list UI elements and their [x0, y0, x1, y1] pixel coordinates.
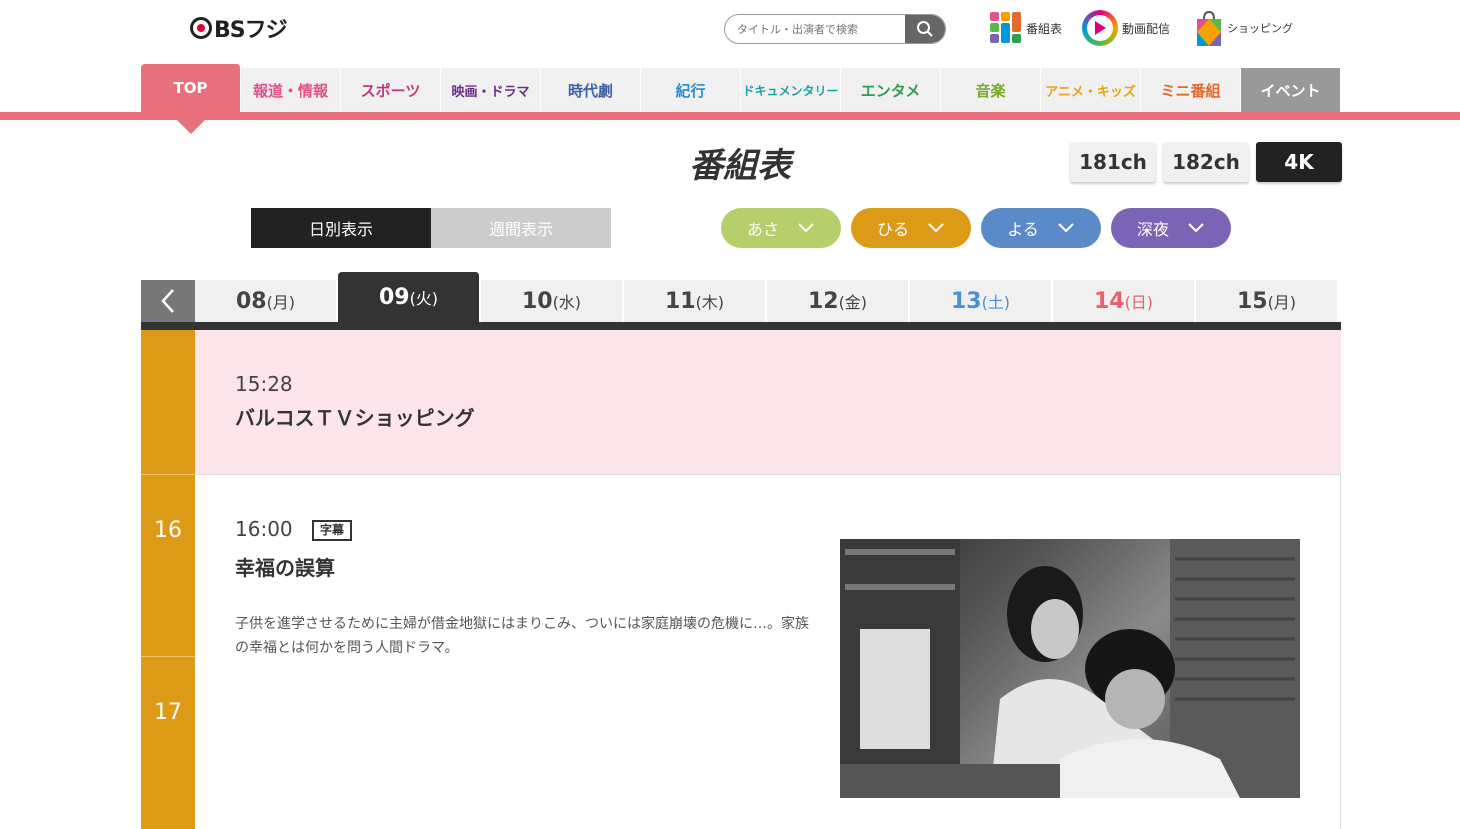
- date-tab[interactable]: 10 (水): [481, 280, 623, 322]
- date-tab[interactable]: 14 (日): [1053, 280, 1195, 322]
- chevron-down-icon: [928, 223, 944, 233]
- date-strip-bar: [141, 322, 1341, 330]
- time-filter-label: あさ: [746, 220, 779, 239]
- hour-label-16: 16: [154, 518, 182, 543]
- nav-tab-5[interactable]: 紀行: [641, 68, 741, 112]
- date-weekday: (月): [266, 293, 296, 312]
- date-day: 14: [1093, 288, 1125, 314]
- time-filter-label: 深夜: [1136, 220, 1169, 239]
- date-day: 11: [664, 288, 696, 314]
- chevron-down-icon: [1188, 223, 1204, 233]
- program-item-shopping[interactable]: 15:28 バルコスＴＶショッピング: [195, 330, 1341, 475]
- hour-divider: [141, 474, 195, 475]
- chevron-down-icon: [1058, 223, 1074, 233]
- time-filter-label: よる: [1007, 220, 1039, 239]
- date-day: 08: [235, 288, 267, 314]
- channel-button-181[interactable]: 181ch: [1070, 142, 1156, 182]
- time-filter-2[interactable]: よる: [981, 208, 1101, 248]
- header-link-shopping[interactable]: ショッピング: [1195, 10, 1293, 46]
- hour-divider: [141, 656, 195, 657]
- nav-tab-3[interactable]: 映画・ドラマ: [441, 68, 541, 112]
- prev-week-button[interactable]: [141, 280, 195, 322]
- search-button[interactable]: [905, 15, 945, 43]
- header-link-schedule[interactable]: 番組表: [990, 10, 1062, 46]
- hour-column: 16 17: [141, 330, 195, 829]
- nav-tab-9[interactable]: アニメ・キッズ: [1041, 68, 1141, 112]
- nav-tab-10[interactable]: ミニ番組: [1141, 68, 1241, 112]
- program-title: 幸福の誤算: [235, 556, 335, 580]
- program-thumbnail[interactable]: [840, 539, 1300, 798]
- subtitle-badge: 字幕: [312, 520, 353, 541]
- bs-fuji-logo[interactable]: BSフジ: [190, 14, 288, 43]
- date-tab[interactable]: 09 (火): [338, 272, 480, 322]
- active-tab-pointer: [177, 120, 205, 134]
- date-day: 15: [1236, 288, 1268, 314]
- shopping-bag-icon: [1195, 10, 1223, 46]
- nav-tab-6[interactable]: ドキュメンタリー: [741, 68, 841, 112]
- hour-label-17: 17: [154, 700, 182, 725]
- date-weekday: (火): [409, 289, 439, 308]
- time-filter-0[interactable]: あさ: [721, 208, 841, 248]
- search-input[interactable]: [725, 15, 905, 43]
- date-day: 09: [378, 284, 410, 310]
- nav-tab-11[interactable]: イベント: [1241, 68, 1341, 112]
- nav-tab-7[interactable]: エンタメ: [841, 68, 941, 112]
- channel-button-4k[interactable]: 4K: [1256, 142, 1342, 182]
- header-link-label: 番組表: [1026, 21, 1063, 36]
- time-filter-label: ひる: [876, 220, 909, 239]
- date-tab[interactable]: 08 (月): [195, 280, 337, 322]
- date-weekday: (金): [838, 293, 868, 312]
- nav-tab-4[interactable]: 時代劇: [541, 68, 641, 112]
- channel-button-182[interactable]: 182ch: [1163, 142, 1249, 182]
- page-title: 番組表: [689, 146, 791, 186]
- date-weekday: (月): [1267, 293, 1297, 312]
- date-day: 10: [521, 288, 553, 314]
- program-time: 16:00: [235, 517, 293, 541]
- program-title: バルコスＴＶショッピング: [235, 406, 475, 430]
- date-day: 13: [950, 288, 982, 314]
- grid-icon: [990, 12, 1022, 44]
- time-filter-1[interactable]: ひる: [851, 208, 971, 248]
- nav-tab-top[interactable]: TOP: [141, 64, 241, 112]
- logo-mark-icon: [190, 17, 212, 39]
- date-strip: 08 (月) 09 (火) 10 (水) 11 (木) 12 (金) 13 (土) 14 (日) 15 (月): [141, 272, 1341, 322]
- program-description: 子供を進学させるために主婦が借金地獄にはまりこみ、ついには家庭崩壊の危機に…。家…: [235, 616, 809, 656]
- weekly-view-button[interactable]: 週間表示: [431, 208, 611, 248]
- chevron-down-icon: [798, 223, 814, 233]
- date-weekday: (土): [981, 293, 1011, 312]
- date-weekday: (日): [1124, 293, 1154, 312]
- program-photo: [840, 539, 1300, 798]
- program-time: 15:28: [235, 372, 293, 396]
- time-filter-3[interactable]: 深夜: [1111, 208, 1231, 248]
- date-tab[interactable]: 12 (金): [767, 280, 909, 322]
- date-weekday: (木): [695, 293, 725, 312]
- nav-tab-2[interactable]: スポーツ: [341, 68, 441, 112]
- header-link-video[interactable]: 動画配信: [1082, 10, 1170, 46]
- daily-view-button[interactable]: 日別表示: [251, 208, 431, 248]
- nav-tab-1[interactable]: 報道・情報: [241, 68, 341, 112]
- date-weekday: (水): [552, 293, 582, 312]
- genre-nav: TOP 報道・情報 スポーツ 映画・ドラマ 時代劇 紀行 ドキュメンタリー エンタメ 音楽 アニメ…: [141, 64, 1341, 112]
- header-link-label: ショッピング: [1227, 22, 1293, 35]
- search-icon: [917, 21, 933, 37]
- date-tab[interactable]: 15 (月): [1196, 280, 1338, 322]
- date-day: 12: [807, 288, 839, 314]
- chevron-left-icon: [161, 289, 174, 313]
- genre-nav-bar: [0, 112, 1460, 120]
- logo-text: BSフジ: [214, 18, 288, 43]
- search-box: [724, 14, 946, 44]
- date-tab[interactable]: 11 (木): [624, 280, 766, 322]
- header-link-label: 動画配信: [1122, 21, 1171, 36]
- date-tab[interactable]: 13 (土): [910, 280, 1052, 322]
- play-icon: [1082, 10, 1118, 46]
- nav-tab-8[interactable]: 音楽: [941, 68, 1041, 112]
